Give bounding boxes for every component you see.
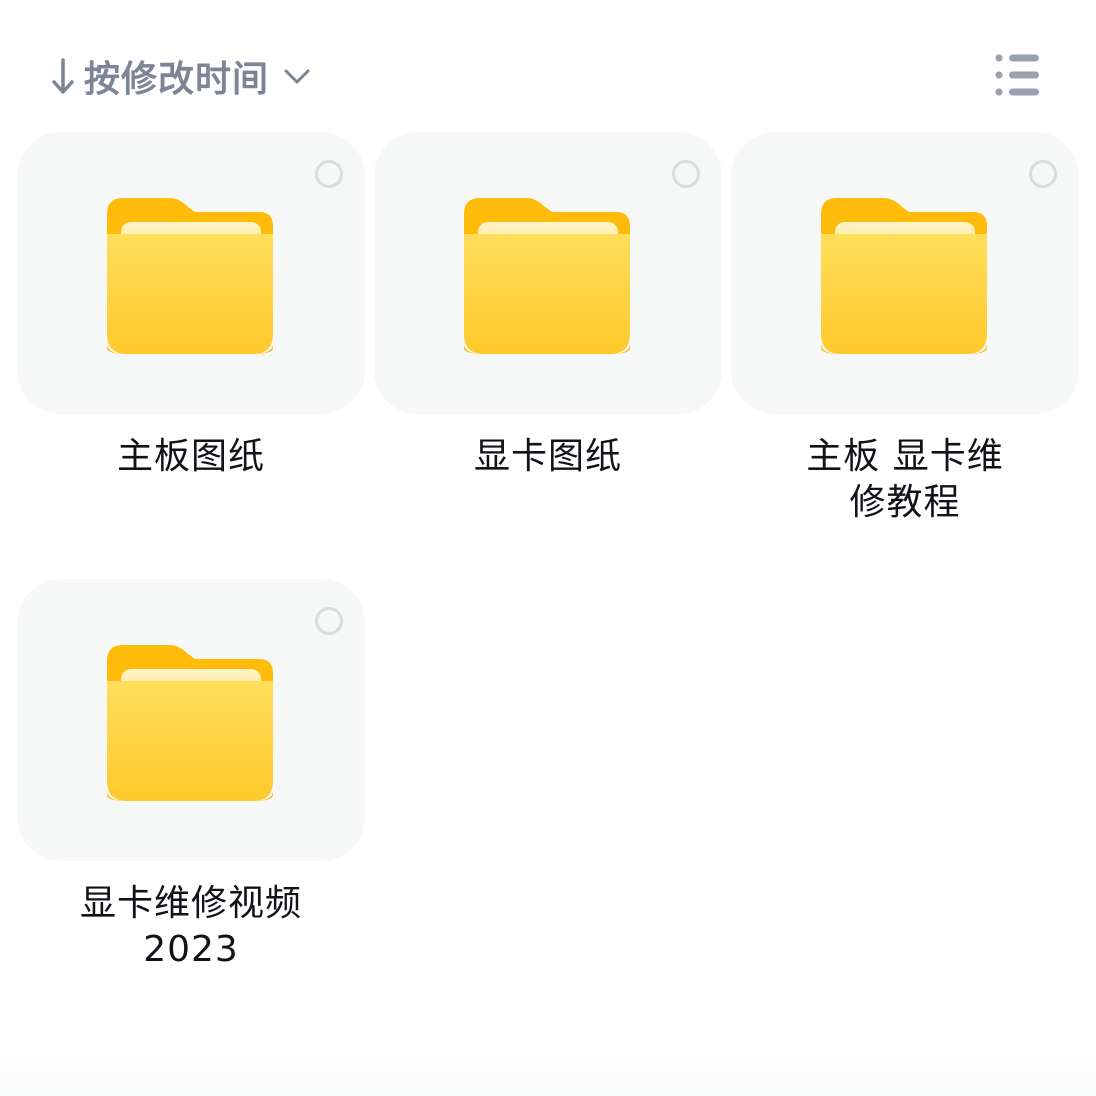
select-checkbox[interactable]: [315, 607, 343, 635]
file-browser: 按修改时间 主板图纸 显卡图纸 主板 显卡维修教程 显卡维修视频2023: [0, 0, 1096, 1096]
folder-name: 主板图纸: [116, 436, 265, 477]
folder-icon: [107, 198, 273, 354]
folder-item[interactable]: 显卡维修视频2023: [17, 579, 365, 973]
list-view-icon[interactable]: [994, 52, 1042, 98]
folder-card[interactable]: [374, 132, 722, 414]
folder-icon: [464, 198, 630, 354]
select-checkbox[interactable]: [1029, 160, 1057, 188]
folder-item[interactable]: 主板图纸: [17, 132, 365, 480]
sort-label: 按修改时间: [84, 59, 270, 100]
folder-card[interactable]: [17, 579, 365, 861]
folder-name: 主板 显卡维修教程: [806, 436, 1004, 523]
folder-card[interactable]: [17, 132, 365, 414]
toolbar: 按修改时间: [0, 0, 1096, 120]
folder-icon: [107, 645, 273, 801]
select-checkbox[interactable]: [315, 160, 343, 188]
folder-item[interactable]: 主板 显卡维修教程: [731, 132, 1079, 526]
arrow-down-icon: [52, 58, 74, 94]
bottom-fade: [0, 1056, 1096, 1096]
folder-item[interactable]: 显卡图纸: [374, 132, 722, 480]
folder-name: 显卡维修视频2023: [79, 883, 302, 970]
chevron-down-icon: [284, 69, 310, 84]
select-checkbox[interactable]: [672, 160, 700, 188]
folder-card[interactable]: [731, 132, 1079, 414]
sort-dropdown[interactable]: 按修改时间: [50, 48, 311, 104]
folder-icon: [821, 198, 987, 354]
folder-name: 显卡图纸: [473, 436, 622, 477]
